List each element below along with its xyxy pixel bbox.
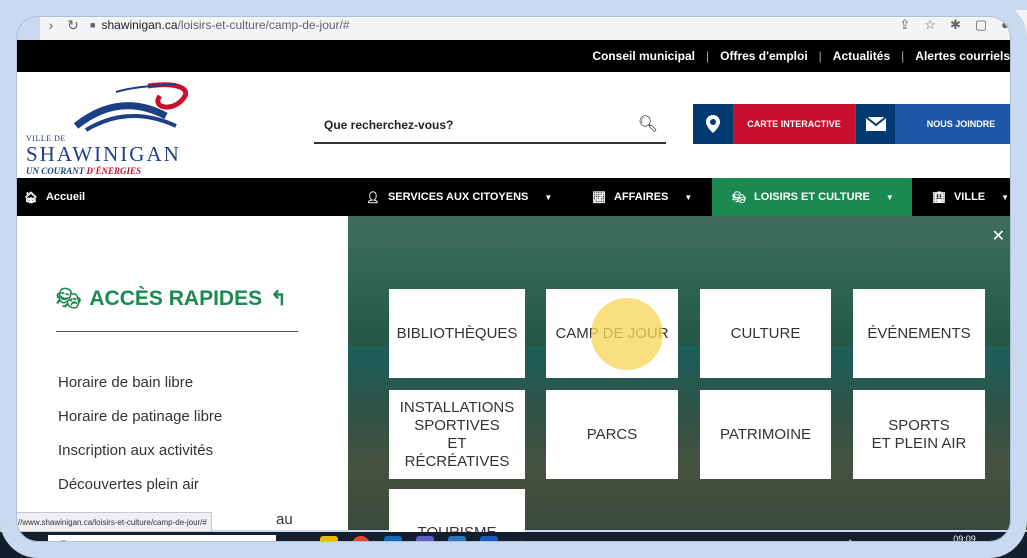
- taskbar-clock[interactable]: 09:09 2023-03-2: [944, 534, 985, 556]
- quick-access-list: Horaire de bain libre Horaire de patinag…: [58, 374, 222, 510]
- theater-masks-icon: 🎭︎: [732, 191, 746, 204]
- quick-link-bain-libre[interactable]: Horaire de bain libre: [58, 374, 222, 408]
- site-header: VILLE DE SHAWINIGAN UN COURANT D'ÉNERGIE…: [0, 72, 1027, 178]
- nx-icon[interactable]: N: [448, 536, 466, 554]
- tile-evenements[interactable]: ÉVÉNEMENTS: [853, 289, 985, 378]
- chevron-down-icon: ▼: [1001, 192, 1010, 202]
- nav-home[interactable]: 🏠︎ Accueil: [24, 178, 85, 216]
- quick-access-title: 🎭︎ ACCÈS RAPIDES ↰: [56, 286, 287, 311]
- nav-services-citoyens[interactable]: 👤︎ SERVICES AUX CITOYENS ▼: [366, 178, 552, 216]
- contact-label: NOUS JOINDRE: [895, 104, 1027, 144]
- star-icon[interactable]: ☆: [924, 17, 936, 33]
- nav-ville[interactable]: 🏢︎ VILLE ▼: [932, 178, 1009, 216]
- shawinigan-logo[interactable]: VILLE DE SHAWINIGAN UN COURANT D'ÉNERGIE…: [26, 82, 206, 176]
- link-conseil-municipal[interactable]: Conseil municipal: [581, 49, 706, 63]
- facebook-icon[interactable]: f: [1017, 198, 1021, 212]
- file-explorer-icon[interactable]: ▬: [320, 536, 338, 554]
- chevron-down-icon: ▼: [885, 192, 894, 202]
- interactive-map-label: CARTE INTERACTIVE: [733, 104, 855, 144]
- screen: › ↻ ■ shawinigan.ca/loisirs-et-culture/c…: [0, 0, 1027, 558]
- windows-taskbar: 🔍︎ Taper ici pour rechercher ⧉ ▬ ● O T N…: [0, 532, 1027, 558]
- chevron-down-icon: ▼: [544, 192, 553, 202]
- clock-time: 09:09: [953, 534, 976, 544]
- nav-affaires[interactable]: 📈︎ AFFAIRES ▼: [592, 178, 692, 216]
- building-icon: 🏢︎: [932, 191, 946, 204]
- contact-button[interactable]: NOUS JOINDRE: [855, 104, 1027, 144]
- search-icon: 🔍︎: [58, 539, 74, 553]
- theater-masks-icon: 🎭︎: [56, 288, 82, 310]
- link-actualites[interactable]: Actualités: [822, 49, 901, 63]
- lock-icon: ■: [90, 20, 96, 30]
- click-highlight: [591, 298, 663, 370]
- url-host: shawinigan.ca: [101, 18, 178, 32]
- divider: [56, 331, 298, 332]
- nav-loisirs-culture[interactable]: 🎭︎ LOISIRS ET CULTURE ▼: [712, 178, 912, 216]
- nav-home-label: Accueil: [45, 191, 86, 203]
- address-bar[interactable]: ■ shawinigan.ca/loisirs-et-culture/camp-…: [90, 18, 350, 32]
- nav-ville-label: VILLE: [953, 191, 986, 203]
- quick-access-sidebar: 🎭︎ ACCÈS RAPIDES ↰ Horaire de bain libre…: [0, 216, 348, 530]
- clock-date: 2023-03-2: [944, 545, 986, 555]
- status-bar-url: tps://www.shawinigan.ca/loisirs-et-cultu…: [0, 512, 212, 532]
- main-nav: 🏠︎ Accueil 👤︎ SERVICES AUX CITOYENS ▼ 📈︎…: [0, 178, 1027, 216]
- tile-culture[interactable]: CULTURE: [700, 289, 831, 378]
- logo-wave-icon: [73, 82, 189, 132]
- map-pin-icon: [693, 104, 733, 144]
- app-icon[interactable]: ✿: [512, 536, 530, 554]
- taskbar-apps: ⧉ ▬ ● O T N W ✿: [288, 536, 530, 554]
- nav-loisirs-label: LOISIRS ET CULTURE: [753, 191, 870, 203]
- chrome-icon[interactable]: ●: [352, 536, 370, 554]
- forward-icon[interactable]: ›: [40, 17, 62, 33]
- tile-installations[interactable]: INSTALLATIONS SPORTIVES ET RÉCRÉATIVES: [389, 390, 525, 479]
- chevron-down-icon: ▼: [684, 192, 693, 202]
- tile-patrimoine[interactable]: PATRIMOINE: [700, 390, 831, 479]
- home-icon: 🏠︎: [24, 191, 38, 204]
- clipped-text: au: [276, 511, 293, 528]
- teams-icon[interactable]: T: [416, 536, 434, 554]
- word-icon[interactable]: W: [480, 536, 498, 554]
- outlook-icon[interactable]: O: [384, 536, 402, 554]
- quick-access-heading: ACCÈS RAPIDES: [89, 286, 263, 310]
- close-icon[interactable]: ✕: [992, 226, 1005, 246]
- nav-services-label: SERVICES AUX CITOYENS: [387, 191, 529, 203]
- tile-sports-plein-air[interactable]: SPORTS ET PLEIN AIR: [853, 390, 985, 479]
- link-offres-emploi[interactable]: Offres d'emploi: [709, 49, 819, 63]
- browser-toolbar: › ↻ ■ shawinigan.ca/loisirs-et-culture/c…: [40, 10, 1027, 40]
- system-tray[interactable]: ⌃ ☁ ◔ ▭ ♪: [846, 539, 896, 550]
- url-path: /loisirs-et-culture/camp-de-jour/#: [177, 18, 350, 32]
- search-placeholder: Que recherchez-vous?: [324, 118, 454, 132]
- person-icon: 👤︎: [366, 191, 380, 204]
- profile-icon[interactable]: ●: [1001, 17, 1009, 33]
- logo-name: SHAWINIGAN: [26, 142, 181, 166]
- search-icon[interactable]: 🔍︎: [638, 114, 658, 134]
- top-links-bar: Conseil municipal | Offres d'emploi | Ac…: [0, 40, 1027, 72]
- interactive-map-button[interactable]: CARTE INTERACTIVE: [693, 104, 855, 144]
- quick-link-patinage-libre[interactable]: Horaire de patinage libre: [58, 408, 222, 442]
- tile-bibliotheques[interactable]: BIBLIOTHÈQUES: [389, 289, 525, 378]
- envelope-icon: [855, 104, 895, 144]
- logo-tagline: UN COURANT D'ÉNERGIES: [26, 166, 142, 176]
- quick-link-inscription[interactable]: Inscription aux activités: [58, 442, 222, 476]
- share-icon[interactable]: ⇪: [899, 17, 910, 33]
- nav-affaires-label: AFFAIRES: [613, 191, 669, 203]
- search-input[interactable]: Que recherchez-vous? 🔍︎: [314, 106, 666, 144]
- extensions-icon[interactable]: ✱: [950, 17, 961, 33]
- quick-link-plein-air[interactable]: Découvertes plein air: [58, 476, 222, 510]
- link-alertes-courriels[interactable]: Alertes courriels: [904, 49, 1021, 63]
- reload-icon[interactable]: ↻: [62, 17, 84, 34]
- taskbar-search-placeholder: Taper ici pour rechercher: [81, 539, 214, 553]
- window-icon[interactable]: ▢: [975, 17, 987, 33]
- task-view-icon[interactable]: ⧉: [288, 536, 306, 554]
- chart-icon: 📈︎: [592, 191, 606, 204]
- tile-parcs[interactable]: PARCS: [546, 390, 678, 479]
- browser-actions: ⇪ ☆ ✱ ▢ ●: [899, 17, 1009, 33]
- tile-tourisme[interactable]: TOURISME: [389, 489, 525, 541]
- taskbar-search[interactable]: 🔍︎ Taper ici pour rechercher: [48, 535, 276, 557]
- back-arrow-icon[interactable]: ↰: [270, 286, 287, 311]
